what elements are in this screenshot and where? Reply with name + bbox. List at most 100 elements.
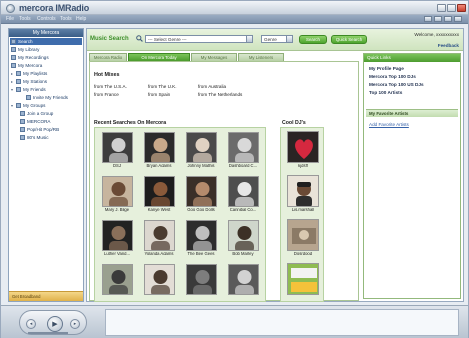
- next-icon[interactable]: ▸: [70, 319, 80, 329]
- dj-name[interactable]: kjdsff: [283, 164, 323, 169]
- hot-mix-link-australia[interactable]: from Australia: [198, 84, 226, 89]
- sidebar-item-friends[interactable]: ▾ My Friends: [11, 86, 46, 93]
- artist-photo[interactable]: [144, 132, 175, 163]
- menu-controls[interactable]: Controls: [37, 16, 56, 22]
- link-top-100-artists[interactable]: Top 100 Artists: [369, 90, 402, 95]
- sidebar-item-library[interactable]: My Library: [11, 46, 39, 53]
- forward-icon[interactable]: [434, 16, 442, 22]
- tab-mercora-radio[interactable]: Mercora Radio: [89, 53, 127, 61]
- sidebar-item-stations[interactable]: ▸ My Stations: [11, 78, 47, 85]
- artist-photo[interactable]: [102, 132, 133, 163]
- quick-search-button[interactable]: Quick Search: [331, 35, 367, 44]
- hot-mix-link-spain[interactable]: from Spain: [148, 92, 170, 97]
- play-button[interactable]: ▶: [47, 316, 63, 332]
- dj-item[interactable]: Dosrdood: [283, 216, 323, 259]
- artist-item[interactable]: Luther Vand...: [97, 217, 137, 260]
- artist-photo[interactable]: [228, 132, 259, 163]
- previous-icon[interactable]: ◂: [26, 319, 36, 329]
- artist-item[interactable]: Bryan Adams: [139, 129, 179, 172]
- home-icon[interactable]: [444, 16, 452, 22]
- dj-name[interactable]: Lis.marshall: [283, 208, 323, 213]
- menu-tools-2[interactable]: Tools: [60, 16, 72, 22]
- dj-photo[interactable]: [287, 219, 319, 251]
- artist-item[interactable]: [97, 261, 137, 304]
- dj-item[interactable]: [283, 260, 323, 303]
- artist-photo[interactable]: [102, 176, 133, 207]
- artist-name[interactable]: Dashboard C...: [223, 164, 263, 169]
- artist-photo[interactable]: [228, 264, 259, 295]
- dj-photo[interactable]: [287, 263, 319, 295]
- feedback-link[interactable]: Feedback: [438, 43, 459, 48]
- artist-name[interactable]: Mary J. Blige: [97, 208, 137, 213]
- link-top-100-us-djs[interactable]: Mercora Top 100 US DJs: [369, 82, 424, 87]
- artist-item[interactable]: [223, 261, 263, 304]
- menu-tools[interactable]: Tools: [19, 16, 31, 22]
- artist-item[interactable]: Cannibal Co...: [223, 173, 263, 216]
- artist-photo[interactable]: [102, 264, 133, 295]
- dj-item[interactable]: kjdsff: [283, 128, 323, 171]
- artist-name[interactable]: Luther Vand...: [97, 252, 137, 257]
- genre-type-select[interactable]: Genre: [261, 35, 293, 43]
- artist-photo[interactable]: [186, 132, 217, 163]
- artist-name[interactable]: Goo Goo Dolls: [181, 208, 221, 213]
- sidebar-item-groups[interactable]: ▾ My Groups: [11, 102, 45, 109]
- artist-item[interactable]: Johnny Mathis: [181, 129, 221, 172]
- artist-name[interactable]: Bryan Adams: [139, 164, 179, 169]
- add-favorite-artists-link[interactable]: Add Favorite Artists: [369, 122, 409, 127]
- artist-name[interactable]: Cannibal Co...: [223, 208, 263, 213]
- sidebar-item-search[interactable]: Search: [10, 38, 82, 45]
- artist-name[interactable]: Yolanda Adams: [139, 252, 179, 257]
- back-icon[interactable]: [424, 16, 432, 22]
- dj-item[interactable]: Lis.marshall: [283, 172, 323, 215]
- artist-item[interactable]: The Bee Gees: [181, 217, 221, 260]
- tab-on-mercora-today[interactable]: On Mercora Today: [128, 53, 190, 61]
- sidebar-item-mercora[interactable]: My Mercora: [11, 62, 42, 69]
- artist-photo[interactable]: [186, 264, 217, 295]
- sidebar-item-group-mercora[interactable]: MERCORA: [20, 118, 50, 125]
- menu-file[interactable]: File: [6, 16, 14, 22]
- refresh-icon[interactable]: [454, 16, 462, 22]
- link-top-100-djs[interactable]: Mercora Top 100 DJs: [369, 74, 416, 79]
- link-profile-page[interactable]: My Profile Page: [369, 66, 404, 71]
- tab-my-listeners[interactable]: My Listeners: [238, 53, 284, 61]
- artist-name[interactable]: DSJ: [97, 164, 137, 169]
- maximize-button[interactable]: [447, 4, 456, 12]
- artist-item[interactable]: Dashboard C...: [223, 129, 263, 172]
- sidebar-item-group-pop[interactable]: Pop/Hit Pop/RB: [20, 126, 59, 133]
- artist-item[interactable]: [181, 261, 221, 304]
- artist-item[interactable]: Mary J. Blige: [97, 173, 137, 216]
- broadband-banner[interactable]: Get Broadband: [9, 291, 83, 301]
- hot-mix-link-uk[interactable]: from The U.K.: [148, 84, 177, 89]
- artist-name[interactable]: Johnny Mathis: [181, 164, 221, 169]
- sidebar-item-invite-friends[interactable]: Invite My Friends: [26, 94, 68, 101]
- search-button[interactable]: Search: [299, 35, 327, 44]
- artist-item[interactable]: DSJ: [97, 129, 137, 172]
- artist-item[interactable]: Bob Marley: [223, 217, 263, 260]
- dj-photo[interactable]: [287, 175, 319, 207]
- hot-mix-link-usa[interactable]: from The U.S.A.: [94, 84, 127, 89]
- artist-name[interactable]: Bob Marley: [223, 252, 263, 257]
- artist-photo[interactable]: [144, 220, 175, 251]
- artist-photo[interactable]: [144, 264, 175, 295]
- artist-item[interactable]: Kanye West: [139, 173, 179, 216]
- volume-slider[interactable]: [28, 332, 68, 334]
- artist-photo[interactable]: [186, 176, 217, 207]
- artist-photo[interactable]: [102, 220, 133, 251]
- hot-mix-link-netherlands[interactable]: from The Netherlands: [198, 92, 242, 97]
- menu-help[interactable]: Help: [76, 16, 86, 22]
- dj-name[interactable]: Dosrdood: [283, 252, 323, 257]
- minimize-button[interactable]: [437, 4, 446, 12]
- artist-item[interactable]: Yolanda Adams: [139, 217, 179, 260]
- sidebar-item-group-80s[interactable]: 80's Music: [20, 134, 49, 141]
- artist-name[interactable]: The Bee Gees: [181, 252, 221, 257]
- artist-photo[interactable]: [228, 176, 259, 207]
- chevron-down-icon[interactable]: [246, 36, 252, 42]
- dj-photo[interactable]: [287, 131, 319, 163]
- artist-photo[interactable]: [144, 176, 175, 207]
- artist-name[interactable]: Kanye West: [139, 208, 179, 213]
- sidebar-item-playlists[interactable]: ▸ My Playlists: [11, 70, 47, 77]
- artist-photo[interactable]: [228, 220, 259, 251]
- artist-item[interactable]: [139, 261, 179, 304]
- sidebar-item-recordings[interactable]: My Recordings: [11, 54, 49, 61]
- hot-mix-link-france[interactable]: from France: [94, 92, 119, 97]
